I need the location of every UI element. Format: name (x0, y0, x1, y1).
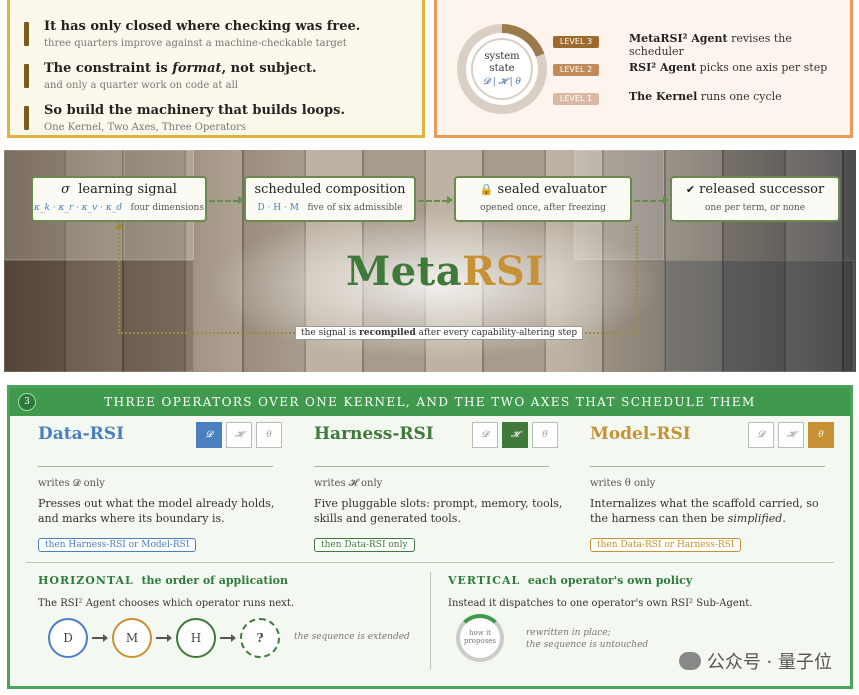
operators-heading: 3 THREE OPERATORS OVER ONE KERNEL, AND T… (10, 388, 850, 416)
brand-title: MetaRSI (346, 248, 545, 295)
vertical-title: VERTICAL each operator's own policy (448, 574, 693, 587)
vertical-body: Instead it dispatches to one operator's … (448, 598, 753, 609)
summary-sub: three quarters improve against a machine… (44, 38, 347, 49)
level-badge: LEVEL 1 (553, 93, 599, 105)
operator-next: then Harness-RSI or Model-RSI (38, 538, 197, 552)
theta-axis-icon: θ (808, 422, 834, 448)
operator-description: Five pluggable slots: prompt, memory, to… (314, 497, 563, 525)
level-description: RSI² Agent picks one axis per step (629, 61, 828, 74)
operators-panel: 3 THREE OPERATORS OVER ONE KERNEL, AND T… (7, 385, 853, 689)
vertical-note: the sequence is untouched (526, 640, 649, 650)
h-axis-icon: 𝓗 (226, 422, 252, 448)
metarsi-banner: σ learning signal κ_k · κ_r · κ_v · κ_d … (4, 150, 856, 372)
released-successor-box: ✔ released successor one per term, or no… (670, 176, 840, 222)
summary-title: The constraint is format, not subject. (44, 61, 317, 76)
scheduled-composition-box: scheduled composition D · H · M five of … (244, 176, 416, 222)
data-rsi-column: Data-RSI 𝓓 𝓗 θ writes 𝓓 only Presses out… (38, 422, 288, 552)
h-axis-icon: 𝓗 (778, 422, 804, 448)
harness-rsi-column: Harness-RSI 𝓓 𝓗 θ writes 𝓗 only Five plu… (314, 422, 564, 552)
loop-arrowhead (114, 222, 124, 229)
summary-sub: and only a quarter work on code at all (44, 80, 238, 91)
sequence-node: D (48, 618, 88, 658)
operator-next: then Data-RSI or Harness-RSI (590, 538, 742, 552)
system-state-ring: system state 𝓓 | 𝓗 | θ (457, 24, 547, 114)
level-description: MetaRSI² Agent revises the scheduler (629, 32, 792, 58)
check-icon: ✔ (685, 183, 696, 196)
theta-axis-icon: θ (256, 422, 282, 448)
operator-writes: writes 𝓗 only (314, 478, 383, 489)
level-badge: LEVEL 2 (553, 64, 599, 76)
summary-panel: It has only closed where checking was fr… (7, 0, 425, 138)
sealed-evaluator-box: 🔒 sealed evaluator opened once, after fr… (454, 176, 632, 222)
operator-writes: writes θ only (590, 478, 656, 489)
h-axis-icon: 𝓗 (502, 422, 528, 448)
operator-writes: writes 𝓓 only (38, 478, 105, 489)
summary-item: So build the machinery that builds loops… (24, 102, 410, 136)
d-axis-icon: 𝓓 (472, 422, 498, 448)
model-rsi-column: Model-RSI 𝓓 𝓗 θ writes θ only Internaliz… (590, 422, 840, 552)
horizontal-note: the sequence is extended (294, 632, 410, 642)
horizontal-title: HORIZONTAL the order of application (38, 574, 289, 587)
accent-bar (24, 106, 29, 130)
vertical-note: rewritten in place; (526, 628, 611, 638)
ring-label: state (489, 63, 515, 74)
lock-icon: 🔒 (479, 183, 494, 196)
d-axis-icon: 𝓓 (196, 422, 222, 448)
summary-title: So build the machinery that builds loops… (44, 103, 345, 118)
operator-description: Internalizes what the scaffold carried, … (590, 497, 819, 525)
sequence-node-next: ? (240, 618, 280, 658)
level-description: The Kernel runs one cycle (629, 90, 782, 103)
section-number: 3 (18, 393, 36, 411)
summary-sub: One Kernel, Two Axes, Three Operators (44, 122, 247, 133)
summary-item: It has only closed where checking was fr… (24, 18, 410, 52)
summary-title: It has only closed where checking was fr… (44, 19, 361, 34)
theta-axis-icon: θ (532, 422, 558, 448)
accent-bar (24, 64, 29, 88)
ring-label: system (484, 51, 520, 62)
horizontal-body: The RSI² Agent chooses which operator ru… (38, 598, 295, 609)
accent-bar (24, 22, 29, 46)
learning-signal-box: σ learning signal κ_k · κ_r · κ_v · κ_d … (31, 176, 207, 222)
recompile-caption: the signal is recompiled after every cap… (295, 326, 584, 340)
level-badge: LEVEL 3 (553, 36, 599, 48)
operator-description: Presses out what the model already holds… (38, 497, 275, 525)
levels-panel: system state 𝓓 | 𝓗 | θ LEVEL 3 MetaRSI² … (434, 0, 853, 138)
sequence-node: H (176, 618, 216, 658)
wechat-icon (678, 652, 701, 670)
watermark: 公众号 · 量子位 (678, 648, 832, 674)
d-axis-icon: 𝓓 (748, 422, 774, 448)
summary-item: The constraint is format, not subject. a… (24, 60, 410, 94)
ring-symbols: 𝓓 | 𝓗 | θ (483, 77, 521, 87)
operator-next: then Data-RSI only (314, 538, 415, 552)
sequence-node: M (112, 618, 152, 658)
policy-cycle-icon: how it proposes (456, 614, 504, 662)
